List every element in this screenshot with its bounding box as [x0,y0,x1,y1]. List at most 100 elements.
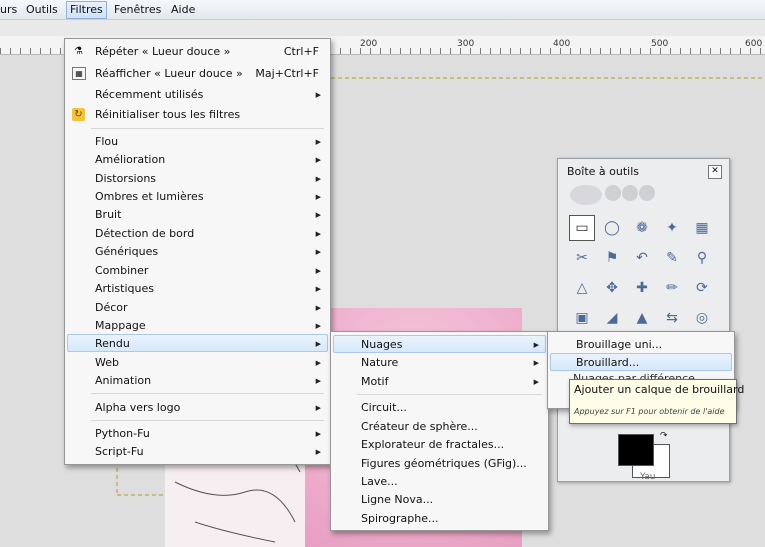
menu-item-generiques[interactable]: Génériques ▶ [67,242,328,260]
submenu-arrow-icon: ▶ [315,448,321,456]
submenu-arrow-icon: ▶ [315,322,321,330]
menu-item-label: Détection de bord [95,227,195,240]
submenu-arrow-icon: ▶ [315,248,321,256]
move-icon[interactable]: ✥ [599,275,625,301]
menu-item-lava[interactable]: Lave... [333,472,546,490]
submenu-arrow-icon: ▶ [315,156,321,164]
menu-item-label: Bruit [95,208,122,221]
color-picker-icon[interactable]: ✎ [659,245,685,271]
repeat-filter-icon: ⚗ [74,46,83,57]
toolbox-panel: Boîte à outils ✕ ▭ ◯ ❁ ✦ ▦ ✂ ⚑ ↶ ✎ ⚲ △ ✥… [557,158,730,482]
submenu-arrow-icon: ▶ [315,304,321,312]
shear-icon[interactable]: ◢ [599,305,625,331]
rotate-icon[interactable]: ⟳ [689,275,715,301]
menu-item-label: Distorsions [95,172,157,185]
menu-item-nuages[interactable]: Nuages ▶ [333,335,546,353]
flip-icon[interactable]: ⇆ [659,305,685,331]
render-submenu: Nuages ▶ Nature ▶ Motif ▶ Circuit... Cré… [330,331,549,531]
menu-item-decor[interactable]: Décor ▶ [67,298,328,316]
menu-filtres[interactable]: Filtres [66,1,107,19]
menu-item-mappage[interactable]: Mappage ▶ [67,316,328,334]
swap-colors-icon[interactable]: ↷ [660,431,668,441]
submenu-arrow-icon: ▶ [315,138,321,146]
menu-item-combiner[interactable]: Combiner ▶ [67,261,328,279]
menu-item-label: Créateur de sphère... [361,420,478,433]
filters-menu: ⚗ Répéter « Lueur douce » Ctrl+F ▦ Réaff… [64,38,331,465]
menu-item-label: Python-Fu [95,427,150,440]
menu-item-distorsions[interactable]: Distorsions ▶ [67,169,328,187]
menu-item-label: Réinitialiser tous les filtres [95,108,241,121]
menu-item-label: Flou [95,135,119,148]
color-select-icon[interactable]: ▦ [689,215,715,241]
menu-item-motif[interactable]: Motif ▶ [333,372,546,390]
toolbox-title: Boîte à outils [567,165,640,178]
menu-aide[interactable]: Aide [171,3,195,17]
perspective-icon[interactable]: ▲ [629,305,655,331]
menu-item-detection-bord[interactable]: Détection de bord ▶ [67,224,328,242]
crop-icon[interactable]: ✏ [659,275,685,301]
menu-item-gfig[interactable]: Figures géométriques (GFig)... [333,454,546,472]
menu-item-label: Brouillard... [576,356,640,369]
tooltip-text: Ajouter un calque de brouillard [574,383,745,396]
zoom-icon[interactable]: ⚲ [689,245,715,271]
menu-item-nova[interactable]: Ligne Nova... [333,490,546,508]
menu-item-label: Nature [361,356,399,369]
menu-item-nature[interactable]: Nature ▶ [333,353,546,371]
menu-tools-partial[interactable]: urs [0,3,17,17]
tooltip: Ajouter un calque de brouillard Appuyez … [569,379,744,424]
menu-item-solid-noise[interactable]: Brouillage uni... [550,335,732,353]
menu-item-label: Motif [361,375,389,388]
menu-item-sphere-designer[interactable]: Créateur de sphère... [333,417,546,435]
menu-item-label: Web [95,356,119,369]
submenu-arrow-icon: ▶ [315,267,321,275]
menu-item-rendu[interactable]: Rendu ▶ [67,334,328,352]
menu-fenetres[interactable]: Fenêtres [114,3,161,17]
menu-item-reshow-filter[interactable]: ▦ Réafficher « Lueur douce » Maj+Ctrl+F [67,64,328,82]
foreground-color-swatch[interactable] [618,434,654,466]
submenu-arrow-icon: ▶ [315,377,321,385]
menu-item-bruit[interactable]: Bruit ▶ [67,205,328,223]
submenu-arrow-icon: ▶ [315,230,321,238]
menu-item-spirograph[interactable]: Spirographe... [333,509,546,527]
menu-item-reset-filters[interactable]: ↻ Réinitialiser tous les filtres [67,105,328,123]
menu-item-label: Réafficher « Lueur douce » [95,67,243,80]
paths-icon[interactable]: ↶ [629,245,655,271]
measure-icon[interactable]: △ [569,275,595,301]
menu-item-animation[interactable]: Animation ▶ [67,371,328,389]
menu-item-label: Décor [95,301,128,314]
menu-item-python-fu[interactable]: Python-Fu ▶ [67,424,328,442]
menu-item-label: Répéter « Lueur douce » [95,45,231,58]
submenu-arrow-icon: ▶ [315,91,321,99]
menu-item-flou[interactable]: Flou ▶ [67,132,328,150]
close-icon[interactable]: ✕ [708,165,722,179]
magic-wand-icon[interactable]: ✦ [659,215,685,241]
align-icon[interactable]: ✚ [629,275,655,301]
cage-icon[interactable]: ◎ [689,305,715,331]
menu-item-alpha-logo[interactable]: Alpha vers logo ▶ [67,398,328,416]
menu-item-script-fu[interactable]: Script-Fu ▶ [67,442,328,460]
scissors-icon[interactable]: ✂ [569,245,595,271]
submenu-arrow-icon: ▶ [533,378,539,386]
menu-item-shortcut: Maj+Ctrl+F [255,67,319,80]
submenu-arrow-icon: ▶ [315,340,321,348]
scale-icon[interactable]: ▣ [569,305,595,331]
menu-item-ombres-lumieres[interactable]: Ombres et lumières ▶ [67,187,328,205]
menu-item-label: Rendu [95,337,130,350]
menu-item-web[interactable]: Web ▶ [67,353,328,371]
menu-separator [91,420,324,421]
menu-item-artistiques[interactable]: Artistiques ▶ [67,279,328,297]
menu-separator [91,393,324,394]
foreground-select-icon[interactable]: ⚑ [599,245,625,271]
lasso-icon[interactable]: ❁ [629,215,655,241]
menu-item-fractal-explorer[interactable]: Explorateur de fractales... [333,435,546,453]
menu-item-circuit[interactable]: Circuit... [333,398,546,416]
rect-select-icon[interactable]: ▭ [569,215,595,241]
menu-item-label: Explorateur de fractales... [361,438,505,451]
menu-outils[interactable]: Outils [26,3,58,17]
menu-item-fog[interactable]: Brouillard... [550,353,732,371]
menu-separator [357,394,542,395]
menu-item-recently-used[interactable]: Récemment utilisés ▶ [67,85,328,103]
ellipse-select-icon[interactable]: ◯ [599,215,625,241]
menu-item-amelioration[interactable]: Amélioration ▶ [67,150,328,168]
menu-item-repeat-filter[interactable]: ⚗ Répéter « Lueur douce » Ctrl+F [67,42,328,60]
